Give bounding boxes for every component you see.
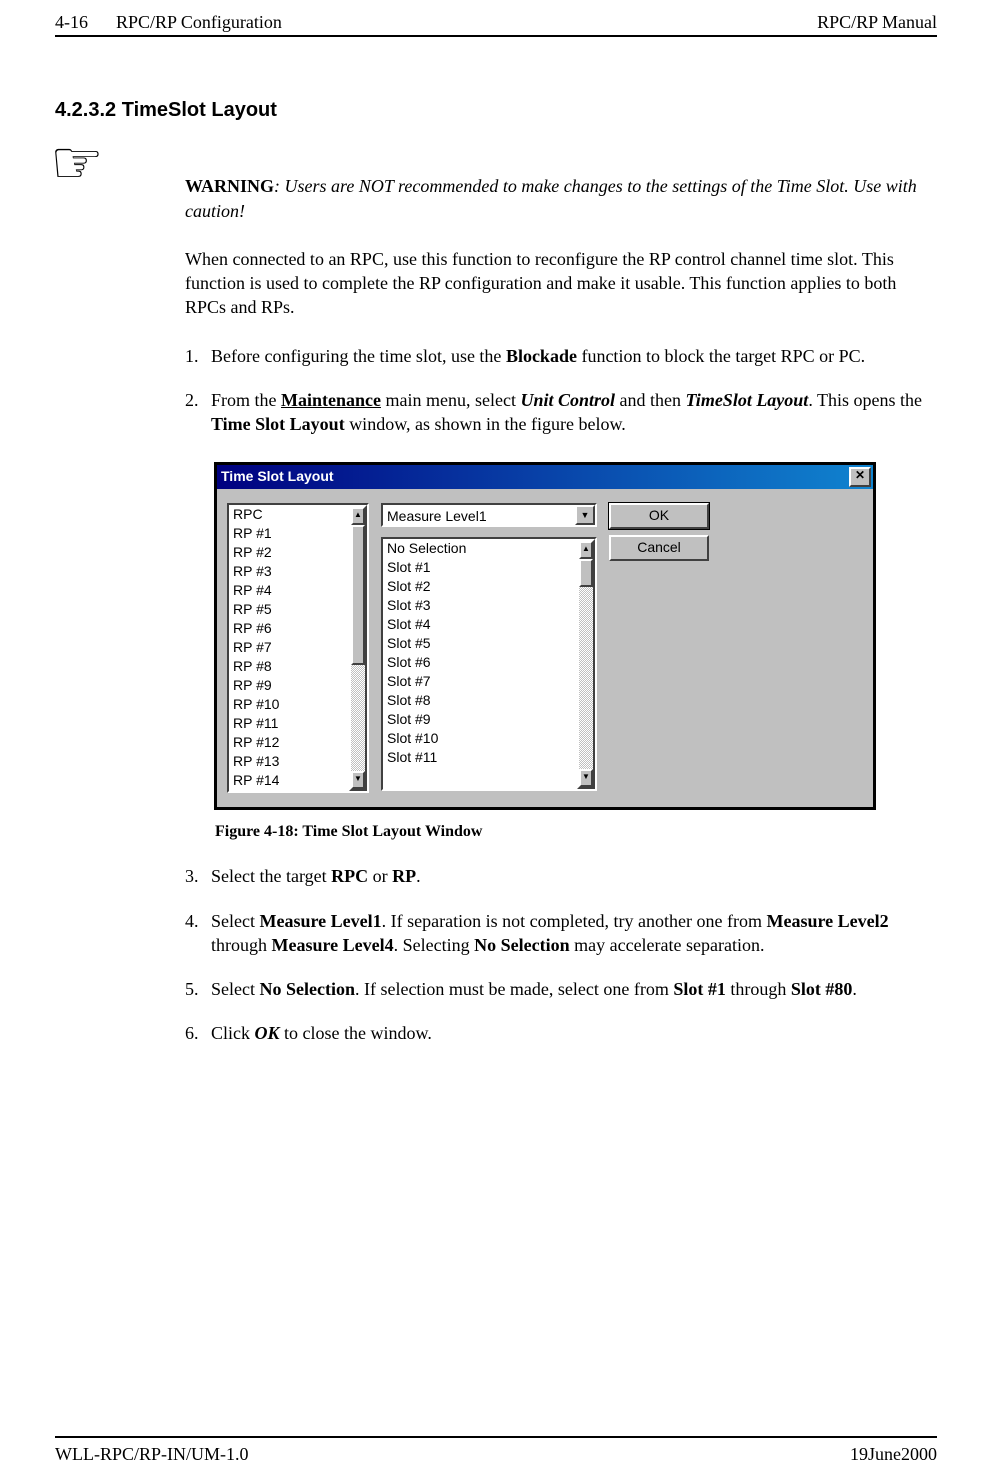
slot-listbox[interactable]: No SelectionSlot #1Slot #2Slot #3Slot #4… [383, 539, 577, 789]
rp-listbox[interactable]: RPCRP #1RP #2RP #3RP #4RP #5RP #6RP #7RP… [229, 505, 349, 791]
scroll-track[interactable] [579, 559, 593, 769]
chevron-down-icon[interactable]: ▼ [575, 505, 595, 525]
warning-paragraph: WARNING: Users are NOT recommended to ma… [185, 174, 937, 223]
list-item[interactable]: RP #5 [233, 600, 345, 619]
list-item[interactable]: RP #4 [233, 581, 345, 600]
intro-paragraph: When connected to an RPC, use this funct… [185, 247, 937, 320]
list-item[interactable]: RP #3 [233, 562, 345, 581]
list-item[interactable]: Slot #5 [387, 634, 573, 653]
list-item[interactable]: Slot #8 [387, 691, 573, 710]
warning-label: WARNING [185, 176, 274, 196]
combo-value: Measure Level1 [383, 505, 575, 525]
list-item[interactable]: Slot #2 [387, 577, 573, 596]
slot-scrollbar[interactable]: ▲ ▼ [577, 539, 595, 789]
list-item[interactable]: RP #11 [233, 714, 345, 733]
dialog-title: Time Slot Layout [221, 467, 334, 486]
step-5: Select No Selection. If selection must b… [203, 977, 937, 1001]
list-item[interactable]: Slot #9 [387, 710, 573, 729]
step-6: Click OK to close the window. [203, 1021, 937, 1045]
header-left: 4-16 RPC/RP Configuration [55, 10, 282, 34]
step-4: Select Measure Level1. If separation is … [203, 909, 937, 958]
list-item[interactable]: RP #6 [233, 619, 345, 638]
list-item[interactable]: Slot #3 [387, 596, 573, 615]
cancel-button[interactable]: Cancel [609, 535, 709, 561]
middle-column: Measure Level1 ▼ No SelectionSlot #1Slot… [381, 503, 597, 791]
list-item[interactable]: RP #14 [233, 771, 345, 790]
figure-wrapper: Time Slot Layout ✕ RPCRP #1RP #2RP #3RP … [215, 463, 937, 843]
list-item[interactable]: RP #8 [233, 657, 345, 676]
steps-list-bottom: Select the target RPC or RP. Select Meas… [203, 864, 937, 1045]
step-1: Before configuring the time slot, use th… [203, 344, 937, 368]
scroll-up-icon[interactable]: ▲ [579, 541, 593, 559]
scroll-down-icon[interactable]: ▼ [351, 771, 365, 789]
pointer-icon: ☞ [50, 123, 104, 204]
ok-button[interactable]: OK [609, 503, 709, 529]
list-item[interactable]: RP #13 [233, 752, 345, 771]
scroll-up-icon[interactable]: ▲ [351, 507, 365, 525]
rp-scrollbar[interactable]: ▲ ▼ [349, 505, 367, 791]
list-item[interactable]: RPC [233, 505, 345, 524]
page-number: 4-16 [55, 10, 88, 34]
page-header: 4-16 RPC/RP Configuration RPC/RP Manual [55, 10, 937, 37]
rp-list-wrapper: RPCRP #1RP #2RP #3RP #4RP #5RP #6RP #7RP… [227, 503, 369, 793]
list-item[interactable]: RP #12 [233, 733, 345, 752]
list-item[interactable]: Slot #4 [387, 615, 573, 634]
scroll-thumb[interactable] [351, 525, 365, 665]
page: 4-16 RPC/RP Configuration RPC/RP Manual … [0, 0, 992, 1484]
manual-name: RPC/RP Manual [817, 10, 937, 34]
list-item[interactable]: Slot #6 [387, 653, 573, 672]
list-item[interactable]: Slot #7 [387, 672, 573, 691]
list-item[interactable]: RP #1 [233, 524, 345, 543]
body-content: WARNING: Users are NOT recommended to ma… [185, 174, 937, 1045]
scroll-down-icon[interactable]: ▼ [579, 769, 593, 787]
page-footer: WLL-RPC/RP-IN/UM-1.0 19June2000 [55, 1436, 937, 1466]
scroll-thumb[interactable] [579, 559, 593, 587]
list-item[interactable]: Slot #11 [387, 748, 573, 767]
slot-list-wrapper: No SelectionSlot #1Slot #2Slot #3Slot #4… [381, 537, 597, 791]
step-2: From the Maintenance main menu, select U… [203, 388, 937, 437]
list-item[interactable]: RP #10 [233, 695, 345, 714]
dialog-titlebar[interactable]: Time Slot Layout ✕ [217, 465, 873, 489]
footer-date: 19June2000 [850, 1442, 937, 1466]
step-3: Select the target RPC or RP. [203, 864, 937, 888]
measure-level-combo[interactable]: Measure Level1 ▼ [381, 503, 597, 527]
list-item[interactable]: Slot #1 [387, 558, 573, 577]
steps-list-top: Before configuring the time slot, use th… [203, 344, 937, 437]
close-icon[interactable]: ✕ [849, 467, 871, 487]
section-title: 4.2.3.2 TimeSlot Layout [55, 97, 937, 124]
list-item[interactable]: Slot #10 [387, 729, 573, 748]
dialog-client: RPCRP #1RP #2RP #3RP #4RP #5RP #6RP #7RP… [217, 489, 873, 807]
list-item[interactable]: RP #2 [233, 543, 345, 562]
section-name: RPC/RP Configuration [116, 10, 282, 34]
footer-doc-id: WLL-RPC/RP-IN/UM-1.0 [55, 1442, 249, 1466]
list-item[interactable]: RP #9 [233, 676, 345, 695]
list-item[interactable]: RP #7 [233, 638, 345, 657]
warning-text: : Users are NOT recommended to make chan… [185, 176, 917, 220]
time-slot-layout-window: Time Slot Layout ✕ RPCRP #1RP #2RP #3RP … [215, 463, 875, 809]
button-column: OK Cancel [609, 503, 709, 561]
figure-caption: Figure 4-18: Time Slot Layout Window [215, 821, 937, 843]
list-item[interactable]: No Selection [387, 539, 573, 558]
